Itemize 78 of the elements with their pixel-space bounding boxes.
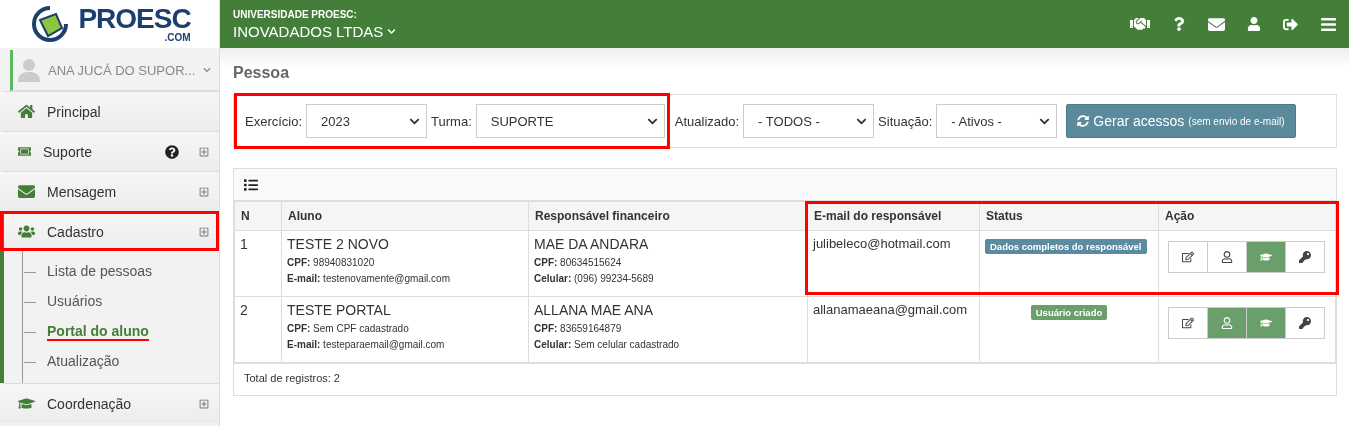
record-count: Total de registros: 2	[234, 363, 1336, 395]
list-icon[interactable]	[244, 177, 258, 192]
filter-label: Turma:	[431, 113, 472, 129]
graduation-cap-icon	[1260, 251, 1272, 263]
select-field[interactable]: SUPORTE	[475, 104, 665, 138]
sidebar-item[interactable]: Coordenação	[0, 383, 219, 423]
edit-button[interactable]	[1168, 307, 1208, 339]
key-icon	[1299, 251, 1311, 263]
filter-label: Atualizado:	[674, 113, 740, 129]
key-button[interactable]	[1285, 307, 1325, 339]
guardian-name: ALLANA MAE ANA	[534, 302, 655, 318]
envelope-icon[interactable]	[1208, 15, 1225, 33]
select-field[interactable]: - TODOS -	[743, 104, 875, 138]
edit-icon	[1182, 317, 1194, 329]
avatar-icon	[18, 58, 40, 82]
select-field[interactable]: - Ativos -	[936, 104, 1058, 138]
key-icon	[1299, 317, 1311, 329]
filter-label: Exercício:	[245, 113, 303, 129]
sidebar-item[interactable]: Mensagem	[0, 171, 219, 211]
page-title: Pessoa	[233, 64, 291, 82]
expand-icon[interactable]	[199, 146, 209, 157]
logo-text: PROESC	[78, 5, 191, 33]
graduation-cap-icon	[18, 395, 35, 412]
menu-icon[interactable]	[1320, 15, 1337, 33]
select-field[interactable]: 2023	[306, 104, 428, 138]
institution-name: UNIVERSIDADE PROESC:	[233, 8, 358, 20]
student-name: TESTE 2 NOVO	[287, 236, 390, 252]
submenu-link[interactable]: Atualização	[47, 353, 120, 371]
submenu-link[interactable]: Portal do aluno	[47, 323, 149, 341]
expand-icon[interactable]	[199, 398, 209, 409]
user-icon[interactable]	[1247, 17, 1261, 31]
refresh-icon	[1077, 115, 1090, 127]
submenu-link[interactable]: Usuários	[47, 293, 103, 311]
guardian-phone: Celular: Sem celular cadastrado	[534, 339, 681, 350]
column-header: N	[234, 201, 282, 231]
student-cpf: CPF: 98940831020	[287, 257, 376, 268]
chevron-down-icon	[203, 66, 212, 74]
status-badge: Dados completos do responsável	[985, 239, 1147, 254]
student-name: TESTE PORTAL	[287, 302, 392, 318]
column-header: Aluno	[281, 201, 529, 231]
table-cell: 2	[234, 296, 282, 363]
home-icon	[18, 103, 35, 120]
edit-icon	[1182, 251, 1194, 263]
help-icon[interactable]	[165, 144, 179, 159]
guardian-phone: Celular: (096) 99234-5689	[534, 273, 655, 284]
submenu-link[interactable]: Lista de pessoas	[47, 263, 153, 281]
sign-out-icon[interactable]	[1283, 16, 1298, 32]
user-icon	[1221, 251, 1233, 263]
expand-icon[interactable]	[199, 226, 209, 237]
envelope-icon	[18, 183, 35, 200]
student-email: E-mail: testeparaemail@gmail.com	[287, 339, 446, 350]
user-button[interactable]	[1207, 241, 1247, 273]
users-icon	[18, 223, 35, 240]
user-button[interactable]	[1207, 307, 1247, 339]
user-icon	[1221, 317, 1233, 329]
table-cell: 1	[234, 230, 282, 297]
student-email: E-mail: testenovamente@gmail.com	[287, 273, 451, 284]
chevron-down-icon	[387, 26, 397, 36]
guardian-cpf: CPF: 80634515624	[534, 257, 623, 268]
sidebar-item[interactable]: Suporte	[0, 131, 219, 171]
table-cell: julibeleco@hotmail.com	[807, 230, 980, 297]
filter-label: Situação:	[878, 113, 933, 129]
logo-domain: .COM	[164, 33, 191, 43]
expand-icon[interactable]	[199, 186, 209, 197]
student-cpf: CPF: Sem CPF cadastrado	[287, 323, 410, 334]
ticket-icon	[18, 145, 31, 158]
company-dropdown[interactable]: INOVADADOS LTDAS	[233, 22, 397, 40]
status-badge: Usuário criado	[1030, 305, 1108, 320]
key-button[interactable]	[1285, 241, 1325, 273]
table-cell: allanamaeana@gmail.com	[807, 296, 980, 363]
graduation-cap-icon	[1260, 317, 1272, 329]
guardian-cpf: CPF: 83659164879	[534, 323, 623, 334]
guardian-name: MAE DA ANDARA	[534, 236, 650, 252]
column-header: Responsável financeiro	[528, 201, 808, 231]
sidebar-item[interactable]: Principal	[0, 91, 219, 131]
sidebar-item[interactable]: Cadastro	[0, 211, 219, 251]
generate-button[interactable]: Gerar acessos (sem envio de e-mail)	[1066, 104, 1296, 138]
edit-button[interactable]	[1168, 241, 1208, 273]
